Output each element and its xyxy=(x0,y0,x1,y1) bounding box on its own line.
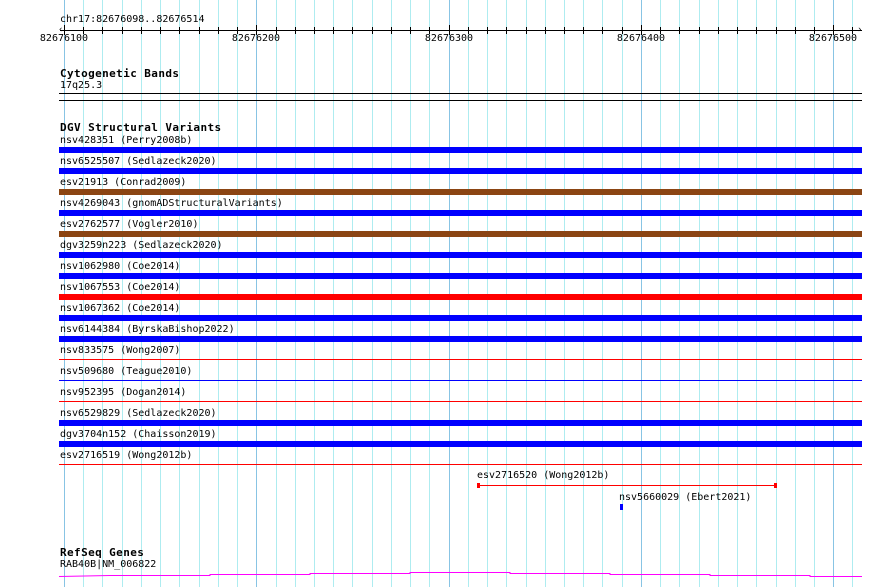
variant-label[interactable]: nsv1067553 (Coe2014) xyxy=(60,282,180,293)
ruler-tick xyxy=(199,27,200,34)
variant-bar[interactable] xyxy=(59,210,862,216)
variant-label[interactable]: esv21913 (Conrad2009) xyxy=(60,177,186,188)
ruler-tick xyxy=(218,27,219,34)
ruler-tick-label: 82676500 xyxy=(808,33,858,44)
variant-bar[interactable] xyxy=(59,464,862,465)
ruler-tick xyxy=(410,27,411,34)
ruler-tick-label: 82676400 xyxy=(616,33,666,44)
ruler-right-arrow-icon: › xyxy=(857,25,863,35)
ruler-tick xyxy=(333,27,334,34)
variant-label[interactable]: nsv6144384 (ByrskaBishop2022) xyxy=(60,324,235,335)
ruler-tick xyxy=(526,27,527,34)
ruler-tick xyxy=(141,27,142,34)
variant-label[interactable]: dgv3259n223 (Sedlazeck2020) xyxy=(60,240,223,251)
ruler-tick xyxy=(602,27,603,34)
variant-label[interactable]: esv2762577 (Vogler2010) xyxy=(60,219,198,230)
ruler-tick xyxy=(160,27,161,34)
variant-label[interactable]: nsv428351 (Perry2008b) xyxy=(60,135,192,146)
ruler-tick xyxy=(314,27,315,34)
variant-bar[interactable] xyxy=(59,380,862,381)
variant-label[interactable]: nsv6529829 (Sedlazeck2020) xyxy=(60,408,217,419)
variant-bar[interactable] xyxy=(59,401,862,402)
ruler-tick xyxy=(102,27,103,34)
cytoband-label: 17q25.3 xyxy=(60,80,103,91)
variant-label[interactable]: dgv3704n152 (Chaisson2019) xyxy=(60,429,217,440)
ruler-tick xyxy=(545,27,546,34)
variant-label[interactable]: nsv5660029 (Ebert2021) xyxy=(619,492,751,503)
cytoband-line-top xyxy=(59,93,862,94)
dgv-track-title[interactable]: DGV Structural Variants xyxy=(60,121,222,134)
ruler-tick xyxy=(795,27,796,34)
variant-bar[interactable] xyxy=(620,504,623,510)
location-label: chr17:82676098..82676514 xyxy=(60,14,205,25)
variant-bar[interactable] xyxy=(59,147,862,153)
variant-bar[interactable] xyxy=(477,485,776,486)
ruler-axis xyxy=(60,30,862,31)
variant-bar[interactable] xyxy=(59,273,862,279)
gene-feature[interactable] xyxy=(0,560,890,587)
ruler-tick xyxy=(699,27,700,34)
ruler-tick xyxy=(756,27,757,34)
ruler-tick-label: 82676300 xyxy=(424,33,474,44)
variant-bar[interactable] xyxy=(59,294,862,300)
ruler-tick xyxy=(391,27,392,34)
ruler-tick xyxy=(179,27,180,34)
variant-bar[interactable] xyxy=(59,189,862,195)
gene-exon-line xyxy=(58,572,862,577)
ruler-tick xyxy=(295,27,296,34)
ruler-tick xyxy=(352,27,353,34)
variant-bar[interactable] xyxy=(59,336,862,342)
ruler-tick xyxy=(679,27,680,34)
ruler-tick xyxy=(718,27,719,34)
variant-label[interactable]: esv2716519 (Wong2012b) xyxy=(60,450,192,461)
variant-bar[interactable] xyxy=(59,315,862,321)
variant-label[interactable]: nsv952395 (Dogan2014) xyxy=(60,387,186,398)
variant-label[interactable]: nsv4269043 (gnomADStructuralVariants) xyxy=(60,198,283,209)
variant-bar-start-cap xyxy=(477,483,480,488)
variant-bar-end-cap xyxy=(774,483,777,488)
ruler-tick xyxy=(564,27,565,34)
variant-label[interactable]: nsv6525507 (Sedlazeck2020) xyxy=(60,156,217,167)
variant-bar[interactable] xyxy=(59,231,862,237)
variant-bar[interactable] xyxy=(59,441,862,447)
variant-label[interactable]: nsv1062980 (Coe2014) xyxy=(60,261,180,272)
ruler-tick xyxy=(776,27,777,34)
ruler-tick xyxy=(583,27,584,34)
ruler-tick xyxy=(737,27,738,34)
ruler-tick xyxy=(372,27,373,34)
variant-label[interactable]: esv2716520 (Wong2012b) xyxy=(477,470,609,481)
variant-bar[interactable] xyxy=(59,252,862,258)
ruler-tick-label: 82676200 xyxy=(231,33,281,44)
variant-label[interactable]: nsv509680 (Teague2010) xyxy=(60,366,192,377)
cytoband-line-bottom xyxy=(59,100,862,101)
variant-bar[interactable] xyxy=(59,168,862,174)
variant-bar[interactable] xyxy=(59,359,862,360)
ruler-tick xyxy=(122,27,123,34)
refseq-track-title[interactable]: RefSeq Genes xyxy=(60,546,144,559)
cytoband-track-title[interactable]: Cytogenetic Bands xyxy=(60,67,179,80)
variant-label[interactable]: nsv1067362 (Coe2014) xyxy=(60,303,180,314)
ruler-tick-label: 82676100 xyxy=(39,33,89,44)
variant-label[interactable]: nsv833575 (Wong2007) xyxy=(60,345,180,356)
ruler-tick xyxy=(506,27,507,34)
ruler-tick xyxy=(487,27,488,34)
variant-bar[interactable] xyxy=(59,420,862,426)
